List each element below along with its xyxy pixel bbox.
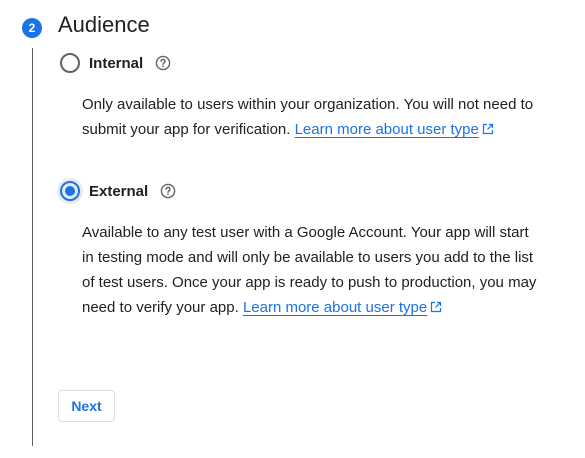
step-number-badge: 2 [22,18,42,38]
help-outline-icon[interactable] [155,55,171,71]
learn-more-link-internal-text: Learn more about user type [294,121,479,138]
option-external-label[interactable]: External [89,183,148,200]
learn-more-link-external[interactable]: Learn more about user type [243,299,442,316]
option-internal-description: Only available to users within your orga… [82,92,542,142]
learn-more-link-internal[interactable]: Learn more about user type [295,121,494,138]
step-title: Audience [58,12,150,37]
radio-internal-halo [57,50,83,76]
radio-external[interactable] [60,181,80,201]
audience-step: 2 Audience Internal Only available to us… [0,0,585,458]
help-outline-icon[interactable] [160,183,176,199]
option-external-description: Available to any test user with a Google… [82,220,542,320]
option-internal[interactable]: Internal [60,50,171,76]
radio-internal[interactable] [60,53,80,73]
step-connector-line [32,48,33,446]
option-internal-label[interactable]: Internal [89,55,143,72]
option-external[interactable]: External [57,178,176,204]
learn-more-link-external-text: Learn more about user type [242,299,428,316]
radio-external-dot [65,186,75,196]
open-in-new-icon [431,301,442,313]
radio-external-halo [57,178,83,204]
next-button[interactable]: Next [58,390,115,422]
open-in-new-icon [482,123,493,135]
